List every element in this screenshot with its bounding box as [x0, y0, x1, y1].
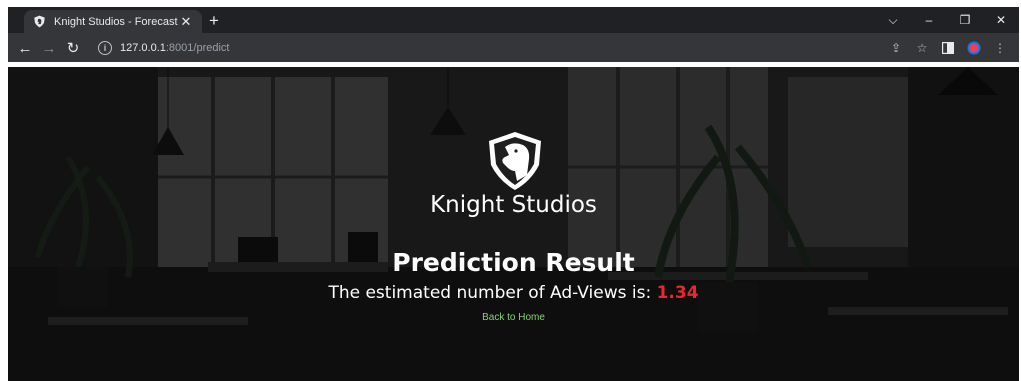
address-bar[interactable]: i 127.0.0.1:8001/predict — [88, 36, 888, 59]
toolbar-actions: ⇪ ☆ ⋮ — [885, 37, 1011, 59]
back-to-home-link[interactable]: Back to Home — [482, 312, 545, 323]
knight-studios-logo-icon — [489, 132, 541, 190]
result-label: The estimated number of Ad-Views is: — [328, 283, 657, 303]
tab-bar: Knight Studios - Forecasting ✕ + ⌵ – ❐ ✕ — [8, 7, 1019, 33]
close-window-icon[interactable]: ✕ — [983, 7, 1019, 33]
dark-overlay — [8, 67, 1019, 381]
page-title: Prediction Result — [392, 248, 635, 277]
new-tab-icon[interactable]: + — [204, 11, 224, 31]
minimize-icon[interactable]: – — [911, 7, 947, 33]
window-controls: ⌵ – ❐ ✕ — [875, 7, 1019, 33]
side-panel-icon[interactable] — [937, 37, 959, 59]
browser-toolbar: ← → ↻ i 127.0.0.1:8001/predict ⇪ ☆ ⋮ — [8, 33, 1019, 62]
share-icon[interactable]: ⇪ — [885, 37, 907, 59]
restore-icon[interactable]: ❐ — [947, 7, 983, 33]
url-text: 127.0.0.1:8001/predict — [120, 41, 230, 54]
menu-kebab-icon[interactable]: ⋮ — [989, 37, 1011, 59]
tab-title: Knight Studios - Forecasting — [54, 15, 178, 28]
knight-favicon-icon — [32, 15, 46, 29]
browser-tab[interactable]: Knight Studios - Forecasting ✕ — [24, 10, 202, 33]
brand-name: Knight Studios — [430, 192, 597, 218]
close-tab-icon[interactable]: ✕ — [178, 14, 194, 30]
site-info-icon[interactable]: i — [98, 40, 112, 55]
result-value: 1.34 — [656, 283, 699, 303]
back-arrow-icon[interactable]: ← — [14, 37, 36, 59]
forward-arrow-icon[interactable]: → — [38, 37, 60, 59]
home-link-container: Back to Home — [8, 312, 1019, 323]
prediction-page: Knight Studios Prediction Result The est… — [8, 67, 1019, 381]
result-text: The estimated number of Ad-Views is: 1.3… — [8, 283, 1019, 303]
reload-icon[interactable]: ↻ — [62, 37, 84, 59]
profile-avatar-icon[interactable] — [963, 37, 985, 59]
tab-search-chevron-icon[interactable]: ⌵ — [875, 7, 911, 33]
bookmark-star-icon[interactable]: ☆ — [911, 37, 933, 59]
